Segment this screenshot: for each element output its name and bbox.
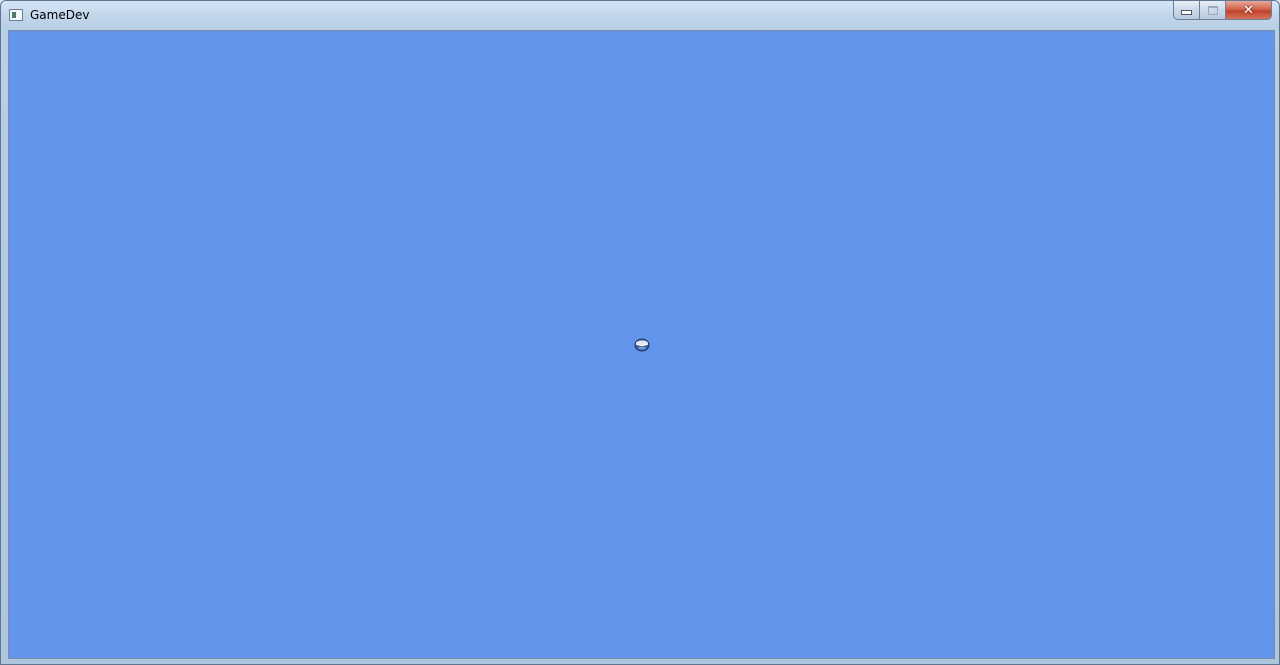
- window-title: GameDev: [30, 8, 90, 22]
- maximize-button[interactable]: [1200, 1, 1226, 20]
- title-bar[interactable]: GameDev ✕: [1, 1, 1279, 30]
- app-window-icon[interactable]: [9, 9, 23, 21]
- minimize-icon: [1181, 9, 1192, 15]
- caption-buttons: ✕: [1173, 1, 1272, 20]
- ball-sprite: [634, 338, 650, 352]
- game-viewport[interactable]: [8, 30, 1275, 659]
- game-window: GameDev ✕: [0, 0, 1280, 665]
- close-button[interactable]: ✕: [1226, 1, 1272, 20]
- close-icon: ✕: [1243, 2, 1254, 18]
- minimize-button[interactable]: [1173, 1, 1200, 20]
- maximize-icon: [1207, 5, 1218, 15]
